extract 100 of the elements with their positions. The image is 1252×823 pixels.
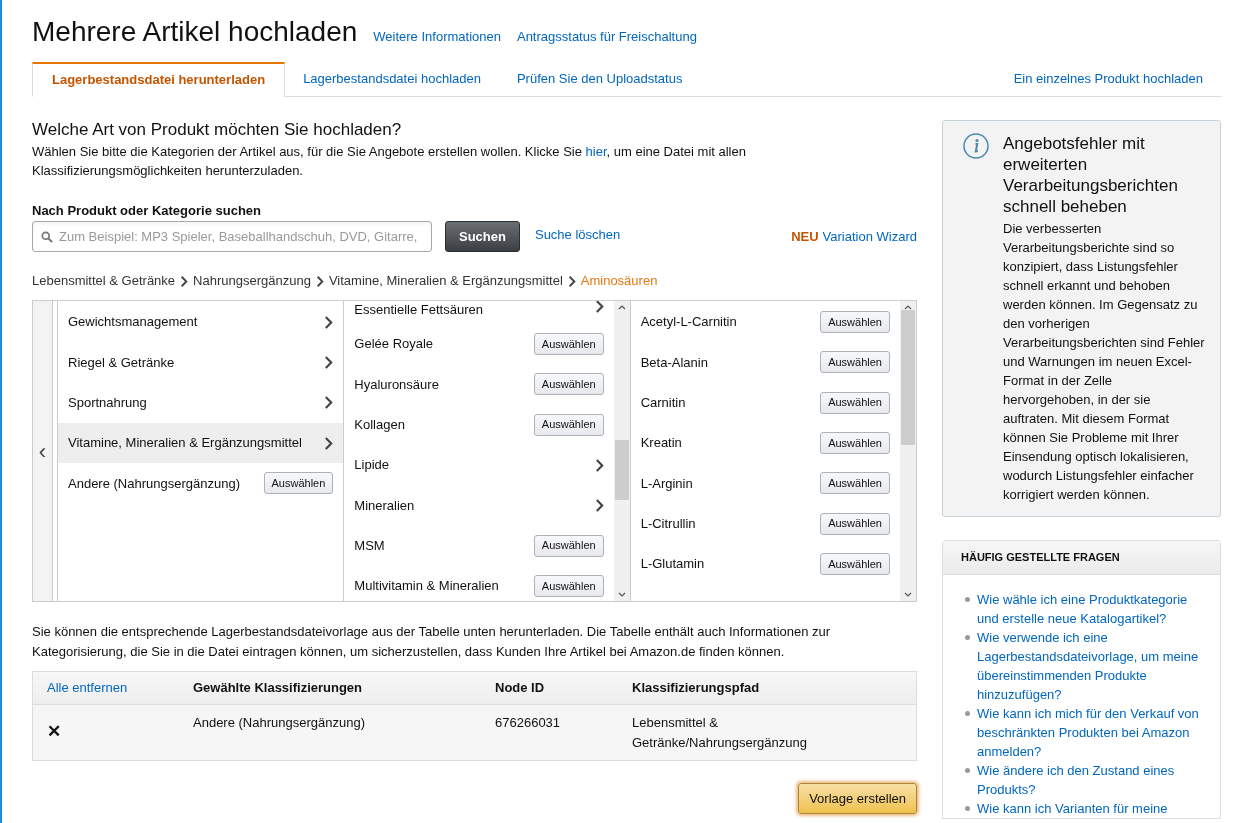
faq-link[interactable]: Wie kann ich Varianten für meine (977, 799, 1168, 818)
list-item[interactable]: MSM Auswählen (344, 525, 614, 566)
single-product-link[interactable]: Ein einzelnes Produkt hochladen (995, 62, 1221, 96)
breadcrumb-item[interactable]: Lebensmittel & Getränke (32, 271, 176, 291)
select-button[interactable]: Auswählen (533, 333, 604, 356)
column-header: Gewählte Klassifizierungen (193, 680, 363, 696)
select-button[interactable]: Auswählen (263, 472, 334, 495)
bullet-icon (965, 768, 970, 773)
scroll-up-icon (904, 305, 912, 310)
remove-all-link[interactable]: Alle entfernen (47, 680, 128, 696)
list-item[interactable]: Acetyl-L-Carnitin Auswählen (630, 302, 900, 343)
list-item[interactable]: Beta-Alanin Auswählen (630, 342, 900, 383)
select-button[interactable]: Auswählen (820, 472, 890, 495)
tab[interactable]: Prüfen Sie den Uploadstatus (498, 62, 701, 96)
list-item[interactable]: Sportnahrung (58, 382, 344, 423)
breadcrumb-item[interactable]: Vitamine, Mineralien & Ergänzungsmittel (328, 271, 563, 291)
here-link[interactable]: hier (585, 144, 607, 159)
search-icon (41, 230, 53, 243)
item-label: Gewichtsmanagement (68, 313, 199, 332)
scrollbar-thumb[interactable] (614, 440, 629, 500)
search-button[interactable]: Suchen (445, 221, 520, 252)
item-label: Beta-Alanin (640, 353, 709, 372)
info-text: Die verbesserten Verarbeitungsberichte sind so konzipiert, dass Listungsfehler schnell erkannt und behoben werden können. Im Gegensatz zu den vorherigen Verarbeitungsberichten sind Fehler und Warnungen im neuen Excel-Format in der Zelle hervorgehoben, in der sie auftraten. Mit diesem Format können Sie Probleme mit Ihrer Einsendung optisch lokalisieren, wodurch Listungsfehler einfacher korrigiert werden können. (1003, 220, 1206, 504)
new-label: NEU (791, 228, 819, 244)
select-button[interactable]: Auswählen (820, 432, 890, 455)
chevron-icon (180, 275, 189, 287)
chevron-icon (324, 315, 334, 329)
chevron-icon (594, 498, 604, 512)
remove-button[interactable]: ✕ (47, 723, 61, 740)
item-label: Hyaluronsäure (354, 375, 440, 394)
list-item[interactable]: Mineralien (344, 485, 614, 526)
item-label: Lipide (354, 456, 391, 475)
list-item[interactable]: L-Arginin Auswählen (630, 463, 900, 504)
table-cell: Andere (Nahrungsergänzung) (193, 715, 365, 730)
select-button[interactable]: Auswählen (533, 413, 604, 436)
list-item[interactable]: Multivitamin & Mineralien Auswählen (344, 565, 614, 601)
tab[interactable]: Lagerbestandsdatei herunterladen (32, 62, 286, 97)
list-item[interactable]: Lipide (344, 444, 614, 486)
item-label: MSM (354, 536, 386, 555)
chevron-icon (324, 436, 334, 450)
list-item[interactable]: Andere (Nahrungsergänzung) Auswählen (58, 463, 344, 504)
table-cell: Lebensmittel & Getränke/Nahrungsergänzung (632, 715, 807, 750)
item-label: Vitamine, Mineralien & Ergänzungsmittel (68, 434, 303, 453)
item-label: Andere (Nahrungsergänzung) (68, 474, 241, 493)
list-item[interactable]: Hyaluronsäure Auswählen (344, 364, 614, 405)
select-button[interactable]: Auswählen (533, 534, 604, 557)
info-icon (963, 133, 989, 159)
scrollbar-thumb[interactable] (901, 310, 915, 445)
item-label: Kreatin (640, 434, 683, 453)
list-item[interactable]: Riegel & Getränke (58, 342, 344, 383)
select-button[interactable]: Auswählen (533, 574, 604, 597)
list-item[interactable]: Gewichtsmanagement (58, 302, 344, 343)
page-title: Mehrere Artikel hochladen (32, 15, 358, 49)
faq-link[interactable]: Wie ändere ich den Zustand eines Produkts? (977, 761, 1210, 799)
list-item[interactable]: L-Glutamin Auswählen (630, 543, 900, 585)
list-item[interactable]: Vitamine, Mineralien & Ergänzungsmittel (58, 422, 344, 464)
select-button[interactable]: Auswählen (820, 512, 890, 535)
search-field[interactable]: Zum Beispiel: MP3 Spieler, Baseballhandschuh, DVD, Gitarre, (32, 221, 432, 252)
breadcrumb-item[interactable]: Nahrungsergänzung (193, 271, 311, 291)
item-label: Mineralien (354, 496, 416, 515)
clear-search-link[interactable]: Suche löschen (534, 225, 621, 245)
header-link[interactable]: Weitere Informationen (373, 27, 501, 47)
select-button[interactable]: Auswählen (533, 373, 604, 396)
column-header: Klassifizierungspfad (632, 680, 760, 696)
table-note: Sie können die entsprechende Lagerbestandsdateivorlage aus der Tabelle unten herunterladen. Die Tabelle enthält auch Informationen zur Kategorisierung, die Sie in die Datei eintragen können, um sicherzustellen, dass Kunden Ihre Artikel bei Amazon.de finden können. (32, 623, 832, 661)
list-item[interactable]: Kollagen Auswählen (344, 404, 614, 445)
faq-link[interactable]: Wie kann ich mich für den Verkauf von beschränkten Produkten bei Amazon anmelden? (977, 704, 1210, 761)
list-item[interactable]: Essentielle Fettsäuren (344, 301, 614, 324)
scrollbar[interactable] (900, 301, 916, 601)
faq-link[interactable]: Wie wähle ich eine Produktkategorie und erstelle neue Katalogartikel? (977, 590, 1210, 628)
bullet-icon (965, 711, 970, 716)
table-cell: 676266031 (495, 715, 561, 730)
select-button[interactable]: Auswählen (820, 391, 890, 414)
column-header: Node ID (495, 680, 545, 696)
faq-link[interactable]: Wie verwende ich eine Lagerbestandsdateivorlage, um meine übereinstimmenden Produkte hinzuzufügen? (977, 628, 1210, 704)
bullet-icon (965, 597, 970, 602)
tab[interactable]: Lagerbestandsdatei hochladen (285, 62, 499, 96)
item-label: L-Glutamin (640, 555, 706, 574)
scrollbar[interactable] (613, 301, 630, 601)
item-label: Carnitin (640, 394, 687, 412)
item-label: Multivitamin & Mineralien (354, 577, 500, 596)
select-button[interactable]: Auswählen (820, 311, 890, 334)
list-item[interactable]: Kreatin Auswählen (630, 422, 900, 464)
wizard-label: Variation Wizard (822, 228, 917, 244)
variation-wizard-link[interactable]: NEU Variation Wizard (791, 226, 917, 247)
bullet-icon (965, 635, 970, 640)
select-button[interactable]: Auswählen (820, 351, 890, 374)
item-label: L-Citrullin (640, 514, 697, 533)
header-link[interactable]: Antragsstatus für Freischaltung (516, 27, 697, 47)
item-label: L-Arginin (640, 474, 694, 493)
list-item[interactable]: Carnitin Auswählen (630, 382, 900, 423)
chevron-icon (324, 396, 334, 410)
back-button[interactable]: ‹ (33, 301, 53, 601)
list-item[interactable]: Gelée Royale Auswählen (344, 324, 614, 365)
create-template-button[interactable]: Vorlage erstellen (798, 783, 917, 814)
select-button[interactable]: Auswählen (820, 552, 890, 575)
list-item[interactable]: L-Citrullin Auswählen (630, 503, 900, 544)
scroll-down-icon (617, 592, 626, 597)
item-label: Riegel & Getränke (68, 353, 176, 372)
scroll-up-icon (617, 305, 626, 310)
